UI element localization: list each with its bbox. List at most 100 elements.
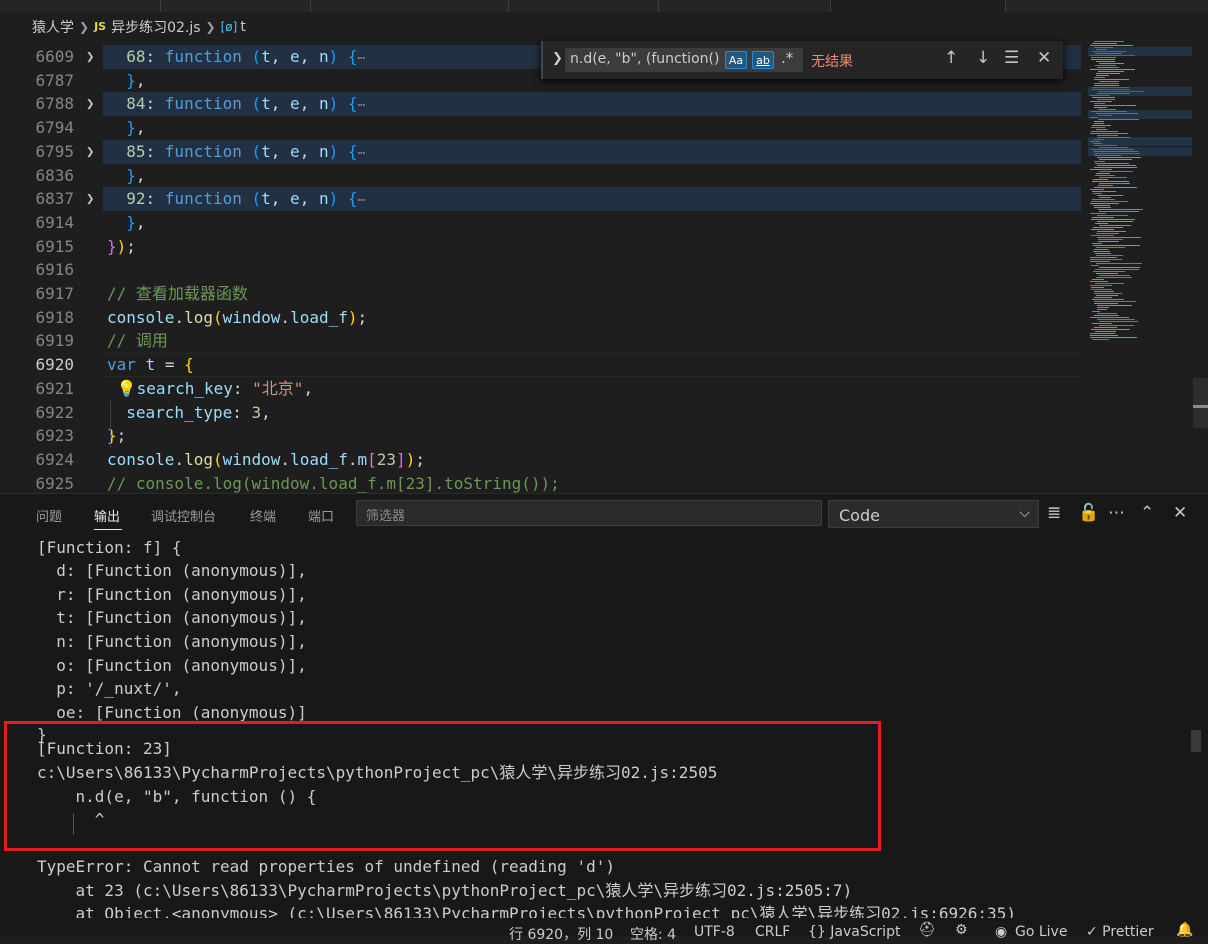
code-token: , xyxy=(299,94,319,114)
minimap-line xyxy=(1093,179,1108,180)
output-scrollbar-thumb[interactable] xyxy=(1191,730,1201,752)
minimap-line xyxy=(1095,175,1115,176)
code-line[interactable]: 6795 ❯ 85: function (t, e, n) {⋯ xyxy=(0,140,1090,164)
match-case-button[interactable]: Aa xyxy=(725,51,747,69)
code-token: , xyxy=(261,402,271,422)
minimap-line xyxy=(1099,63,1124,64)
minimap-line xyxy=(1098,209,1143,210)
lock-scroll-icon[interactable]: 🔓 xyxy=(1078,503,1099,523)
output-filter-input[interactable]: 筛选器 xyxy=(356,500,822,526)
code-token: , xyxy=(270,47,291,66)
close-panel-icon[interactable]: ✕ xyxy=(1173,503,1187,523)
arrow-up-icon[interactable]: ↑ xyxy=(944,48,958,68)
prettier-status[interactable]: ✓ Prettier xyxy=(1086,924,1154,940)
minimap-line xyxy=(1099,321,1138,322)
breadcrumb-file[interactable]: 异步练习02.js xyxy=(111,17,200,37)
maximize-panel-icon[interactable]: ⌃ xyxy=(1140,503,1154,523)
find-in-selection-icon[interactable]: ☰ xyxy=(1004,48,1019,68)
code-text: 84: function (t, e, n) {⋯ xyxy=(107,92,365,118)
clear-output-icon[interactable]: ≣ xyxy=(1047,503,1061,523)
go-live-button[interactable]: Go Live xyxy=(1015,924,1067,940)
minimap-line xyxy=(1090,257,1117,258)
code-line[interactable]: 6923}; xyxy=(0,424,1090,448)
regex-button[interactable]: .* xyxy=(781,49,793,67)
code-line[interactable]: 6836 }, xyxy=(0,164,1090,188)
code-editor[interactable]: 6609 ❯ 68: function (t, e, n) {⋯ 6787 }, 67… xyxy=(0,41,1090,493)
code-line[interactable]: 6919 // 调用 xyxy=(0,329,1090,353)
tab-problems[interactable]: 问题 xyxy=(36,506,62,525)
output-channel-select[interactable]: Code ⌵ xyxy=(828,500,1039,528)
tab-debug-console[interactable]: 调试控制台 xyxy=(151,506,216,525)
minimap-line xyxy=(1090,337,1137,338)
match-whole-word-button[interactable]: ab xyxy=(752,51,774,69)
code-token: , xyxy=(270,141,291,161)
editor-scrollbar-thumb[interactable] xyxy=(1193,378,1208,428)
language-mode[interactable]: {} JavaScript xyxy=(808,924,900,940)
minimap[interactable] xyxy=(1088,41,1194,493)
breadcrumb: 猿人学 ❯ JS 异步练习02.js ❯ [ø] t xyxy=(0,12,1208,41)
arrow-down-icon[interactable]: ↓ xyxy=(976,48,990,68)
output-scrollbar[interactable] xyxy=(1191,536,1208,919)
minimap-line xyxy=(1092,243,1102,244)
breadcrumb-symbol[interactable]: t xyxy=(240,19,246,35)
minimap-line xyxy=(1099,197,1111,198)
code-line[interactable]: 6794 }, xyxy=(0,116,1090,140)
minimap-line xyxy=(1091,265,1099,266)
code-line[interactable]: 6788 ❯ 84: function (t, e, n) {⋯ xyxy=(0,92,1090,116)
code-token: 92 xyxy=(126,189,146,209)
encoding[interactable]: UTF-8 xyxy=(694,924,735,940)
code-text: }, xyxy=(107,69,146,93)
toggle-replace-chevron-icon[interactable]: ❯ xyxy=(552,51,563,66)
tab-active[interactable] xyxy=(831,0,1005,12)
code-line[interactable]: 6925 // console.log(window.load_f.m[23].t… xyxy=(0,472,1090,493)
minimap-line xyxy=(1094,315,1119,316)
code-line[interactable]: 6920 var t = { xyxy=(0,353,1090,377)
code-token: } xyxy=(107,426,117,446)
code-token: { xyxy=(347,94,358,114)
code-token: , xyxy=(270,189,291,209)
end-of-line[interactable]: CRLF xyxy=(755,924,790,940)
fold-chevron-icon[interactable]: ❯ xyxy=(86,187,100,211)
code-token: 💡 xyxy=(107,378,137,398)
code-line[interactable]: 6917 // 查看加载器函数 xyxy=(0,282,1090,306)
code-token: . xyxy=(280,449,291,469)
code-line[interactable]: 6922 search_type: 3, xyxy=(0,401,1090,425)
code-line[interactable]: 6914 }, xyxy=(0,211,1090,235)
minimap-line xyxy=(1090,203,1119,204)
code-text: 68: function (t, e, n) {⋯ xyxy=(107,45,365,71)
close-icon[interactable]: ✕ xyxy=(1037,48,1051,68)
breadcrumb-folder[interactable]: 猿人学 xyxy=(32,17,74,37)
indentation[interactable]: 空格: 4 xyxy=(630,924,676,944)
minimap-highlight xyxy=(1088,110,1192,119)
more-actions-icon[interactable]: ⋯ xyxy=(1108,503,1125,523)
code-token: n xyxy=(318,189,329,209)
minimap-highlight xyxy=(1088,87,1192,96)
tab-output[interactable]: 输出 xyxy=(94,506,120,525)
code-line[interactable]: 6918 console.log(window.load_f); xyxy=(0,306,1090,330)
code-line[interactable]: 6921 💡search_key: "北京", xyxy=(0,377,1090,401)
code-token: e xyxy=(290,189,300,209)
minimap-line xyxy=(1092,97,1115,98)
fold-chevron-icon[interactable]: ❯ xyxy=(86,45,100,69)
code-line[interactable]: 6837 ❯ 92: function (t, e, n) {⋯ xyxy=(0,187,1090,211)
code-token: : xyxy=(232,378,253,398)
code-token: , xyxy=(135,165,146,185)
variable-icon: [ø] xyxy=(220,19,238,34)
code-line[interactable]: 6915}); xyxy=(0,235,1090,259)
tab-ports[interactable]: 端口 xyxy=(308,506,334,525)
editor-tab-strip[interactable] xyxy=(0,0,1208,12)
minimap-line xyxy=(1092,43,1117,44)
code-line[interactable]: 6916 xyxy=(0,258,1090,282)
code-line[interactable]: 6924 console.log(window.load_f.m[23]); xyxy=(0,448,1090,472)
minimap-line xyxy=(1094,41,1124,42)
fold-chevron-icon[interactable]: ❯ xyxy=(86,140,100,164)
code-token: , xyxy=(135,70,146,90)
code-token: ; xyxy=(357,307,368,327)
tab-terminal[interactable]: 终端 xyxy=(250,506,276,525)
fold-chevron-icon[interactable]: ❯ xyxy=(86,92,100,116)
cursor-position[interactable]: 行 6920，列 10 xyxy=(509,924,613,944)
code-text: }); xyxy=(107,235,136,259)
